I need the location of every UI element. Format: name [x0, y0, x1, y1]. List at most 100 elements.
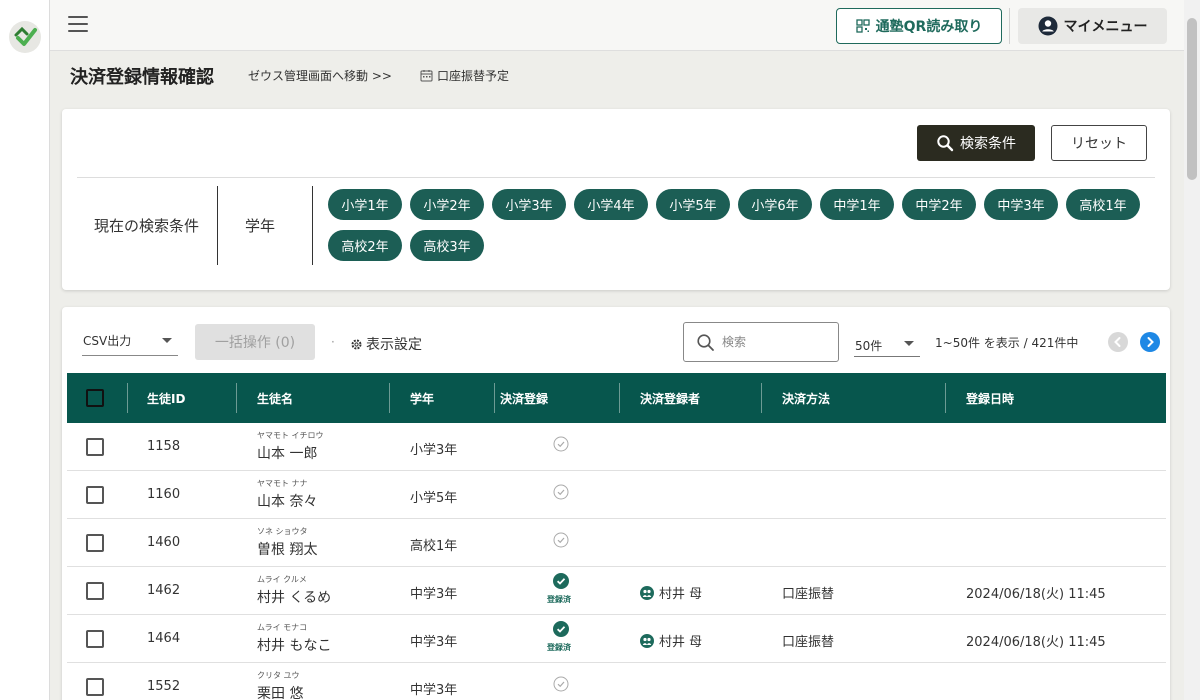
divider	[761, 383, 762, 413]
check-circle-outline-icon	[553, 532, 569, 548]
table-row[interactable]: 1552 クリタ ユウ 栗田 悠 中学3年	[67, 663, 1166, 700]
divider	[619, 383, 620, 413]
table-row[interactable]: 1462 ムライ クルメ 村井 くるめ 中学3年 登録済 村井 母 口座振替 2…	[67, 567, 1166, 615]
prev-page-button[interactable]	[1108, 332, 1128, 352]
grade-chip: 高校3年	[410, 230, 484, 261]
check-circle-filled-icon	[553, 573, 569, 589]
bulk-action-button[interactable]: 一括操作 (0)	[195, 324, 315, 360]
search-condition-label: 検索条件	[960, 136, 1016, 152]
grade-chip-list: 小学1年 小学2年 小学3年 小学4年 小学5年 小学6年 中学1年 中学2年 …	[328, 189, 1158, 261]
display-settings-button[interactable]: 表示設定	[350, 334, 422, 354]
student-kana: ヤマモト ナナ	[257, 479, 308, 488]
per-page-select[interactable]: 50件	[854, 329, 920, 357]
grade-chip: 小学3年	[492, 189, 566, 220]
zeus-admin-link[interactable]: ゼウス管理画面へ移動 >>	[248, 67, 392, 84]
grade-chip: 高校1年	[1066, 189, 1140, 220]
page-scrollbar[interactable]	[1184, 0, 1200, 700]
divider	[312, 186, 313, 265]
row-checkbox[interactable]	[86, 486, 104, 504]
pagination-range: 1~50件 を表示 / 421件中	[935, 336, 1079, 350]
grade-chip: 小学6年	[738, 189, 812, 220]
grade-filter-label: 学年	[245, 217, 276, 235]
hamburger-menu-icon[interactable]	[68, 16, 88, 34]
divider	[236, 383, 237, 413]
student-grade: 中学3年	[410, 635, 458, 650]
grade-chip: 小学5年	[656, 189, 730, 220]
table-row[interactable]: 1160 ヤマモト ナナ 山本 奈々 小学5年	[67, 471, 1166, 519]
student-grade: 小学5年	[410, 491, 458, 506]
student-name: 曽根 翔太	[257, 542, 318, 558]
table-header: 生徒ID 生徒名 学年 決済登録 決済登録者 決済方法 登録日時	[67, 373, 1166, 423]
topbar-divider	[1009, 8, 1010, 44]
student-id: 1160	[147, 487, 181, 502]
next-page-button[interactable]	[1140, 332, 1160, 352]
table-search-input[interactable]	[722, 331, 832, 353]
payment-method: 口座振替	[782, 635, 835, 650]
search-icon	[937, 135, 954, 152]
divider	[217, 186, 218, 265]
student-grade: 中学3年	[410, 683, 458, 698]
my-menu-button[interactable]: マイメニュー	[1018, 8, 1167, 44]
transfer-schedule-label: 口座振替予定	[437, 69, 510, 83]
column-header-payment-method[interactable]: 決済方法	[782, 390, 830, 407]
column-header-registrant[interactable]: 決済登録者	[640, 390, 700, 407]
row-checkbox[interactable]	[86, 534, 104, 552]
check-circle-outline-icon	[553, 676, 569, 692]
column-header-grade[interactable]: 学年	[410, 390, 434, 407]
grade-chip: 中学2年	[902, 189, 976, 220]
column-header-student-id[interactable]: 生徒ID	[147, 390, 185, 407]
student-grade: 中学3年	[410, 587, 458, 602]
column-header-student-name[interactable]: 生徒名	[257, 390, 293, 407]
gear-icon	[351, 339, 362, 349]
table-row[interactable]: 1464 ムライ モナコ 村井 もなこ 中学3年 登録済 村井 母 口座振替 2…	[67, 615, 1166, 663]
grade-chip: 小学2年	[410, 189, 484, 220]
caret-down-icon	[904, 341, 914, 346]
family-icon	[640, 633, 654, 648]
registrant-name: 村井 母	[659, 635, 703, 650]
student-grade: 小学3年	[410, 443, 458, 458]
student-name: 村井 くるめ	[257, 590, 332, 606]
row-checkbox[interactable]	[86, 582, 104, 600]
table-row[interactable]: 1158 ヤマモト イチロウ 山本 一郎 小学3年	[67, 423, 1166, 471]
csv-export-select[interactable]: CSV出力	[82, 328, 178, 356]
page-title: 決済登録情報確認	[70, 67, 214, 88]
check-circle-outline-icon	[553, 484, 569, 500]
qr-scan-button[interactable]: 通塾QR読み取り	[836, 8, 1002, 44]
registrant-name: 村井 母	[659, 587, 703, 602]
qr-scan-label: 通塾QR読み取り	[875, 19, 983, 35]
student-id: 1158	[147, 439, 181, 454]
search-condition-card: 検索条件 リセット 現在の検索条件 学年 小学1年 小学2年 小学3年 小学4年…	[62, 109, 1170, 290]
row-checkbox[interactable]	[86, 630, 104, 648]
row-checkbox[interactable]	[86, 678, 104, 696]
registered-at: 2024/06/18(火) 11:45	[966, 587, 1106, 602]
calendar-icon	[420, 70, 433, 82]
grade-chip: 小学1年	[328, 189, 402, 220]
chevron-left-icon	[1114, 337, 1121, 347]
scrollbar-thumb[interactable]	[1187, 18, 1197, 180]
account-circle-icon	[1038, 16, 1057, 36]
separator-dot: ·	[331, 335, 335, 349]
transfer-schedule-link[interactable]: 口座振替予定	[420, 67, 509, 84]
student-name: 村井 もなこ	[257, 638, 332, 654]
search-condition-button[interactable]: 検索条件	[917, 125, 1035, 161]
divider	[389, 383, 390, 413]
divider	[127, 383, 128, 413]
student-kana: ムライ クルメ	[257, 575, 307, 584]
app-logo-icon[interactable]	[9, 21, 41, 53]
column-header-registered-at[interactable]: 登録日時	[966, 390, 1014, 407]
column-header-payment-registration[interactable]: 決済登録	[500, 390, 548, 407]
check-circle-filled-icon	[553, 621, 569, 637]
table-search-field[interactable]	[683, 322, 839, 362]
grade-chip: 中学1年	[820, 189, 894, 220]
registered-status: 登録済	[547, 595, 571, 604]
registrant: 村井 母	[640, 631, 702, 650]
row-checkbox[interactable]	[86, 438, 104, 456]
grade-chip: 小学4年	[574, 189, 648, 220]
student-table-card: CSV出力 一括操作 (0) · 表示設定 50件 1~50件 を表示 / 42…	[62, 307, 1170, 700]
student-kana: クリタ ユウ	[257, 671, 300, 680]
student-name: 栗田 悠	[257, 686, 304, 700]
table-row[interactable]: 1460 ソネ ショウタ 曽根 翔太 高校1年	[67, 519, 1166, 567]
reset-button[interactable]: リセット	[1051, 125, 1147, 161]
select-all-checkbox[interactable]	[86, 389, 104, 407]
caret-down-icon	[162, 338, 172, 343]
